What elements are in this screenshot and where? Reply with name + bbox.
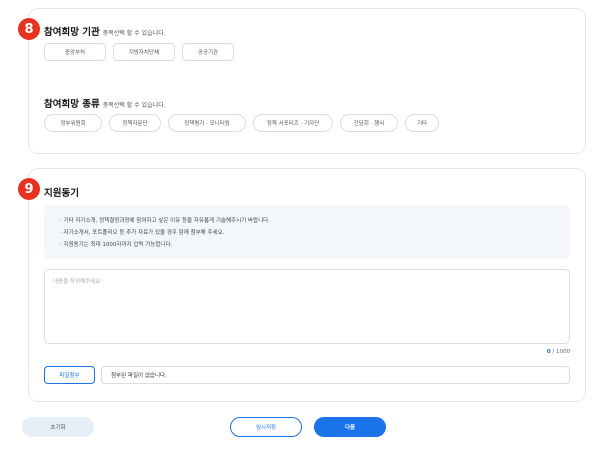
char-counter: 0 / 1000 — [547, 349, 570, 355]
type-option-meeting-event[interactable]: 간담회 · 행사 — [340, 114, 398, 132]
motive-section-title: 지원동기 — [44, 188, 79, 199]
org-title-text: 참여희망 기관 — [44, 27, 100, 38]
type-subtitle: 중복선택 할 수 있습니다. — [102, 102, 166, 109]
motive-textarea[interactable] — [44, 269, 570, 344]
motive-info-box: · 기타 자기소개, 정책결정과정에 참여하고 싶은 이유 등을 자유롭게 기술… — [44, 205, 570, 259]
next-button[interactable]: 다음 — [314, 417, 386, 437]
info-line: · 지원동기는 최대 1000자까지 입력 가능합니다. — [60, 242, 173, 248]
type-option-advisory[interactable]: 정책자문단 — [109, 114, 161, 132]
char-count-max: / 1000 — [550, 349, 570, 355]
org-options: 중앙부처 지방자치단체 공공기관 — [44, 43, 234, 61]
step-badge-8: 8 — [18, 18, 40, 40]
info-line: · 기타 자기소개, 정책결정과정에 참여하고 싶은 이유 등을 자유롭게 기술… — [60, 218, 270, 224]
type-options: 정부위원회 정책자문단 정책평가 · 모니터링 정책 서포터즈 · 기자단 간담… — [44, 114, 439, 132]
save-draft-button[interactable]: 임시저장 — [230, 417, 302, 437]
file-attach-button[interactable]: 파일첨부 — [44, 366, 95, 384]
type-option-evaluation[interactable]: 정책평가 · 모니터링 — [168, 114, 246, 132]
step-badge-9: 9 — [18, 178, 40, 200]
org-section-title: 참여희망 기관 중복선택 할 수 있습니다. — [44, 24, 166, 38]
type-section-title: 참여희망 종류 중복선택 할 수 있습니다. — [44, 96, 166, 110]
org-option-local-government[interactable]: 지방자치단체 — [113, 43, 175, 61]
type-option-supporters[interactable]: 정책 서포터즈 · 기자단 — [253, 114, 333, 132]
reset-button[interactable]: 초기화 — [22, 417, 94, 437]
file-status-field: 첨부된 파일이 없습니다. — [101, 366, 570, 384]
org-option-public-institution[interactable]: 공공기관 — [182, 43, 234, 61]
type-option-committee[interactable]: 정부위원회 — [44, 114, 102, 132]
org-option-central-ministry[interactable]: 중앙부처 — [44, 43, 106, 61]
type-option-other[interactable]: 기타 — [405, 114, 439, 132]
org-subtitle: 중복선택 할 수 있습니다. — [102, 30, 166, 37]
type-title-text: 참여희망 종류 — [44, 99, 100, 110]
info-line: · 자기소개서, 포트폴리오 등 추가 자료가 있을 경우 함께 첨부해 주세요… — [60, 230, 225, 236]
